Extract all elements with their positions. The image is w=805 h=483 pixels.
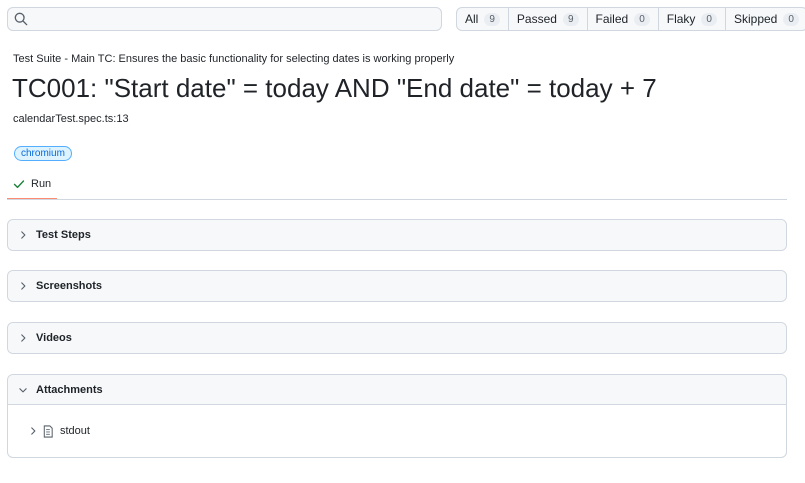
filter-failed-label: Failed (595, 12, 629, 26)
section-test-steps: Test Steps (7, 219, 787, 251)
filter-skipped[interactable]: Skipped 0 (724, 8, 805, 30)
filter-skipped-label: Skipped (733, 12, 778, 26)
section-screenshots: Screenshots (7, 270, 787, 302)
section-attachments-label: Attachments (36, 383, 103, 396)
project-badge[interactable]: chromium (14, 146, 72, 161)
section-videos-header[interactable]: Videos (8, 323, 786, 353)
status-filter-bar: All 9 Passed 9 Failed 0 Flaky 0 Skipped … (456, 7, 805, 31)
filter-all-label: All (465, 12, 479, 26)
tab-run[interactable]: Run (7, 170, 57, 200)
filter-all[interactable]: All 9 (457, 8, 508, 30)
search-input[interactable] (32, 9, 441, 29)
filter-passed[interactable]: Passed 9 (507, 8, 587, 30)
search-bar[interactable] (7, 7, 442, 31)
chevron-right-icon (18, 333, 28, 343)
filter-skipped-count: 0 (783, 12, 799, 26)
filter-flaky-count: 0 (701, 12, 717, 26)
section-attachments-header[interactable]: Attachments (8, 375, 786, 405)
check-icon (13, 178, 25, 190)
attachment-name: stdout (60, 425, 90, 437)
filter-passed-count: 9 (562, 12, 579, 26)
test-title: TC001: "Start date" = today AND "End dat… (12, 73, 657, 103)
chevron-right-icon (18, 281, 28, 291)
section-test-steps-header[interactable]: Test Steps (8, 220, 786, 250)
section-videos: Videos (7, 322, 787, 354)
chevron-down-icon (18, 385, 28, 395)
filter-flaky[interactable]: Flaky 0 (657, 8, 725, 30)
attachment-item[interactable]: stdout (8, 419, 786, 443)
chevron-right-icon (18, 230, 28, 240)
tab-divider (7, 199, 787, 200)
chevron-right-icon[interactable] (28, 426, 38, 436)
filter-passed-label: Passed (516, 12, 557, 26)
filter-failed[interactable]: Failed 0 (586, 8, 658, 30)
section-test-steps-label: Test Steps (36, 229, 91, 241)
section-attachments: Attachments stdout (7, 374, 787, 458)
section-screenshots-label: Screenshots (36, 280, 103, 292)
search-icon (14, 12, 28, 26)
test-location: calendarTest.spec.ts:13 (13, 113, 129, 125)
suite-breadcrumb: Test Suite - Main TC: Ensures the basic … (13, 53, 455, 65)
file-icon (42, 424, 54, 438)
filter-failed-count: 0 (634, 12, 650, 26)
tab-run-label: Run (31, 178, 52, 190)
section-screenshots-header[interactable]: Screenshots (8, 271, 786, 301)
section-videos-label: Videos (36, 332, 72, 344)
filter-all-count: 9 (484, 12, 500, 26)
filter-flaky-label: Flaky (666, 12, 696, 26)
